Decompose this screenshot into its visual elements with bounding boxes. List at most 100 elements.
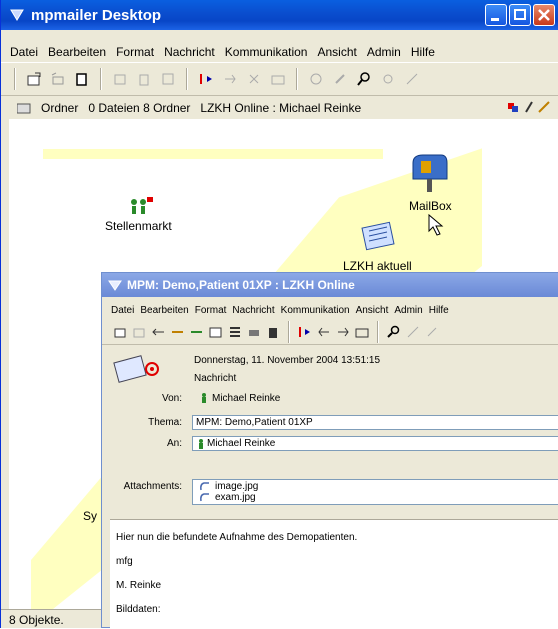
attachment-item[interactable]: exam.jpg — [199, 492, 256, 503]
new-document-icon[interactable] — [73, 70, 91, 88]
menu-bearbeiten[interactable]: Bearbeiten — [43, 45, 111, 59]
message-date: Donnerstag, 11. November 2004 13:51:15 — [194, 355, 381, 366]
person-icon — [202, 393, 206, 403]
previous-icon[interactable] — [317, 325, 331, 339]
settings-icon[interactable] — [425, 325, 439, 339]
lzkh-aktuell-icon[interactable] — [361, 219, 397, 251]
print-icon[interactable] — [247, 325, 261, 339]
paperclip-icon — [200, 493, 209, 502]
mouse-cursor-icon — [428, 213, 444, 236]
location-label: LZKH Online : Michael Reinke — [200, 101, 362, 115]
maximize-icon — [514, 9, 526, 20]
tools-icon[interactable] — [406, 325, 420, 339]
maximize-button[interactable] — [509, 4, 531, 26]
an-value: Michael Reinke — [207, 438, 276, 449]
menu-datei[interactable]: Datei — [5, 45, 43, 59]
menu-kommunikation[interactable]: Kommunikation — [220, 45, 313, 59]
body-line: M. Reinke — [116, 580, 162, 591]
an-field[interactable]: Michael Reinke — [192, 436, 558, 451]
close-button[interactable] — [533, 4, 555, 26]
message-title-bar[interactable]: MPM: Demo,Patient 01XP : LZKH Online — [102, 273, 558, 297]
reply-disabled-icon[interactable] — [133, 325, 147, 339]
body-line: Bilddaten: — [116, 604, 161, 615]
move-icon[interactable] — [221, 70, 239, 88]
message-menu-admin[interactable]: Admin — [391, 305, 425, 316]
lzkh-aktuell-label: LZKH aktuell — [343, 259, 412, 273]
print-icon[interactable] — [111, 70, 129, 88]
flag-icon[interactable] — [197, 70, 215, 88]
folder-icon[interactable] — [269, 70, 287, 88]
von-label: Von: — [161, 393, 182, 404]
new-message-icon[interactable] — [114, 325, 128, 339]
paperclip-icon — [200, 482, 209, 491]
message-type: Nachricht — [194, 373, 237, 384]
minimize-button[interactable] — [485, 4, 507, 26]
menu-format[interactable]: Format — [111, 45, 159, 59]
app-icon — [10, 9, 24, 21]
attachments-list: image.jpg exam.jpg — [192, 479, 558, 505]
menu-admin[interactable]: Admin — [362, 45, 406, 59]
reply-icon[interactable] — [152, 325, 166, 339]
close-icon — [538, 9, 550, 21]
copy-icon[interactable] — [245, 70, 263, 88]
message-menu-ansicht[interactable]: Ansicht — [353, 305, 392, 316]
message-menu-bar: Datei Bearbeiten Format Nachricht Kommun… — [102, 301, 558, 319]
toolbar-separator — [296, 68, 298, 90]
delete-icon[interactable] — [266, 325, 280, 339]
properties-icon[interactable] — [159, 70, 177, 88]
von-value: Michael Reinke — [212, 393, 281, 404]
tools-icon[interactable] — [307, 70, 325, 88]
message-body[interactable]: Hier nun die befundete Aufnahme des Demo… — [110, 519, 558, 629]
pen-icon[interactable] — [537, 100, 553, 114]
message-window[interactable]: MPM: Demo,Patient 01XP : LZKH Online Dat… — [101, 272, 558, 629]
thema-field[interactable]: MPM: Demo,Patient 01XP — [192, 415, 558, 430]
attachment-item[interactable]: image.jpg — [199, 481, 258, 492]
partial-icon-label: Sy — [83, 509, 98, 523]
search-icon[interactable] — [387, 325, 401, 339]
edit-icon[interactable] — [524, 100, 534, 114]
main-toolbar — [1, 62, 558, 96]
window-title: mpmailer Desktop — [31, 6, 162, 24]
people-icon — [131, 197, 153, 214]
attachment-name: image.jpg — [215, 481, 259, 492]
settings-icon[interactable] — [403, 70, 421, 88]
message-toolbar — [102, 319, 558, 345]
folder-icon — [17, 103, 31, 114]
reply-all-icon[interactable] — [171, 325, 185, 339]
next-icon[interactable] — [336, 325, 350, 339]
mailbox-icon-graphic — [412, 154, 448, 192]
layout-icon[interactable] — [507, 100, 521, 114]
message-window-title: MPM: Demo,Patient 01XP : LZKH Online — [127, 278, 355, 292]
thema-label: Thema: — [148, 417, 182, 428]
cleanup-icon[interactable] — [379, 70, 397, 88]
an-label: An: — [166, 438, 182, 449]
message-menu-kommunikation[interactable]: Kommunikation — [278, 305, 353, 316]
compose-icon[interactable] — [209, 325, 223, 339]
new-message-icon[interactable] — [25, 70, 43, 88]
paste-icon[interactable] — [331, 70, 349, 88]
title-bar[interactable]: mpmailer Desktop — [1, 0, 558, 30]
message-envelope-icon — [113, 355, 159, 383]
message-menu-bearbeiten[interactable]: Bearbeiten — [137, 305, 191, 316]
message-menu-hilfe[interactable]: Hilfe — [426, 305, 452, 316]
folder-icon[interactable] — [355, 325, 369, 339]
message-menu-nachricht[interactable]: Nachricht — [229, 305, 277, 316]
message-menu-datei[interactable]: Datei — [108, 305, 137, 316]
mailbox-icon[interactable] — [407, 153, 449, 193]
message-menu-format[interactable]: Format — [192, 305, 230, 316]
menu-ansicht[interactable]: Ansicht — [312, 45, 361, 59]
forward-icon[interactable] — [190, 325, 204, 339]
reply-icon[interactable] — [49, 70, 67, 88]
stellenmarkt-icon[interactable] — [127, 195, 153, 217]
delete-icon[interactable] — [135, 70, 153, 88]
app-icon — [108, 280, 122, 291]
folder-label: Ordner — [41, 101, 79, 115]
list-icon[interactable] — [228, 325, 242, 339]
search-icon[interactable] — [355, 70, 373, 88]
menu-nachricht[interactable]: Nachricht — [159, 45, 220, 59]
menu-hilfe[interactable]: Hilfe — [406, 45, 440, 59]
newspaper-icon — [361, 221, 395, 251]
person-icon — [199, 439, 203, 449]
mailbox-label: MailBox — [409, 199, 452, 213]
flag-icon[interactable] — [298, 325, 312, 339]
